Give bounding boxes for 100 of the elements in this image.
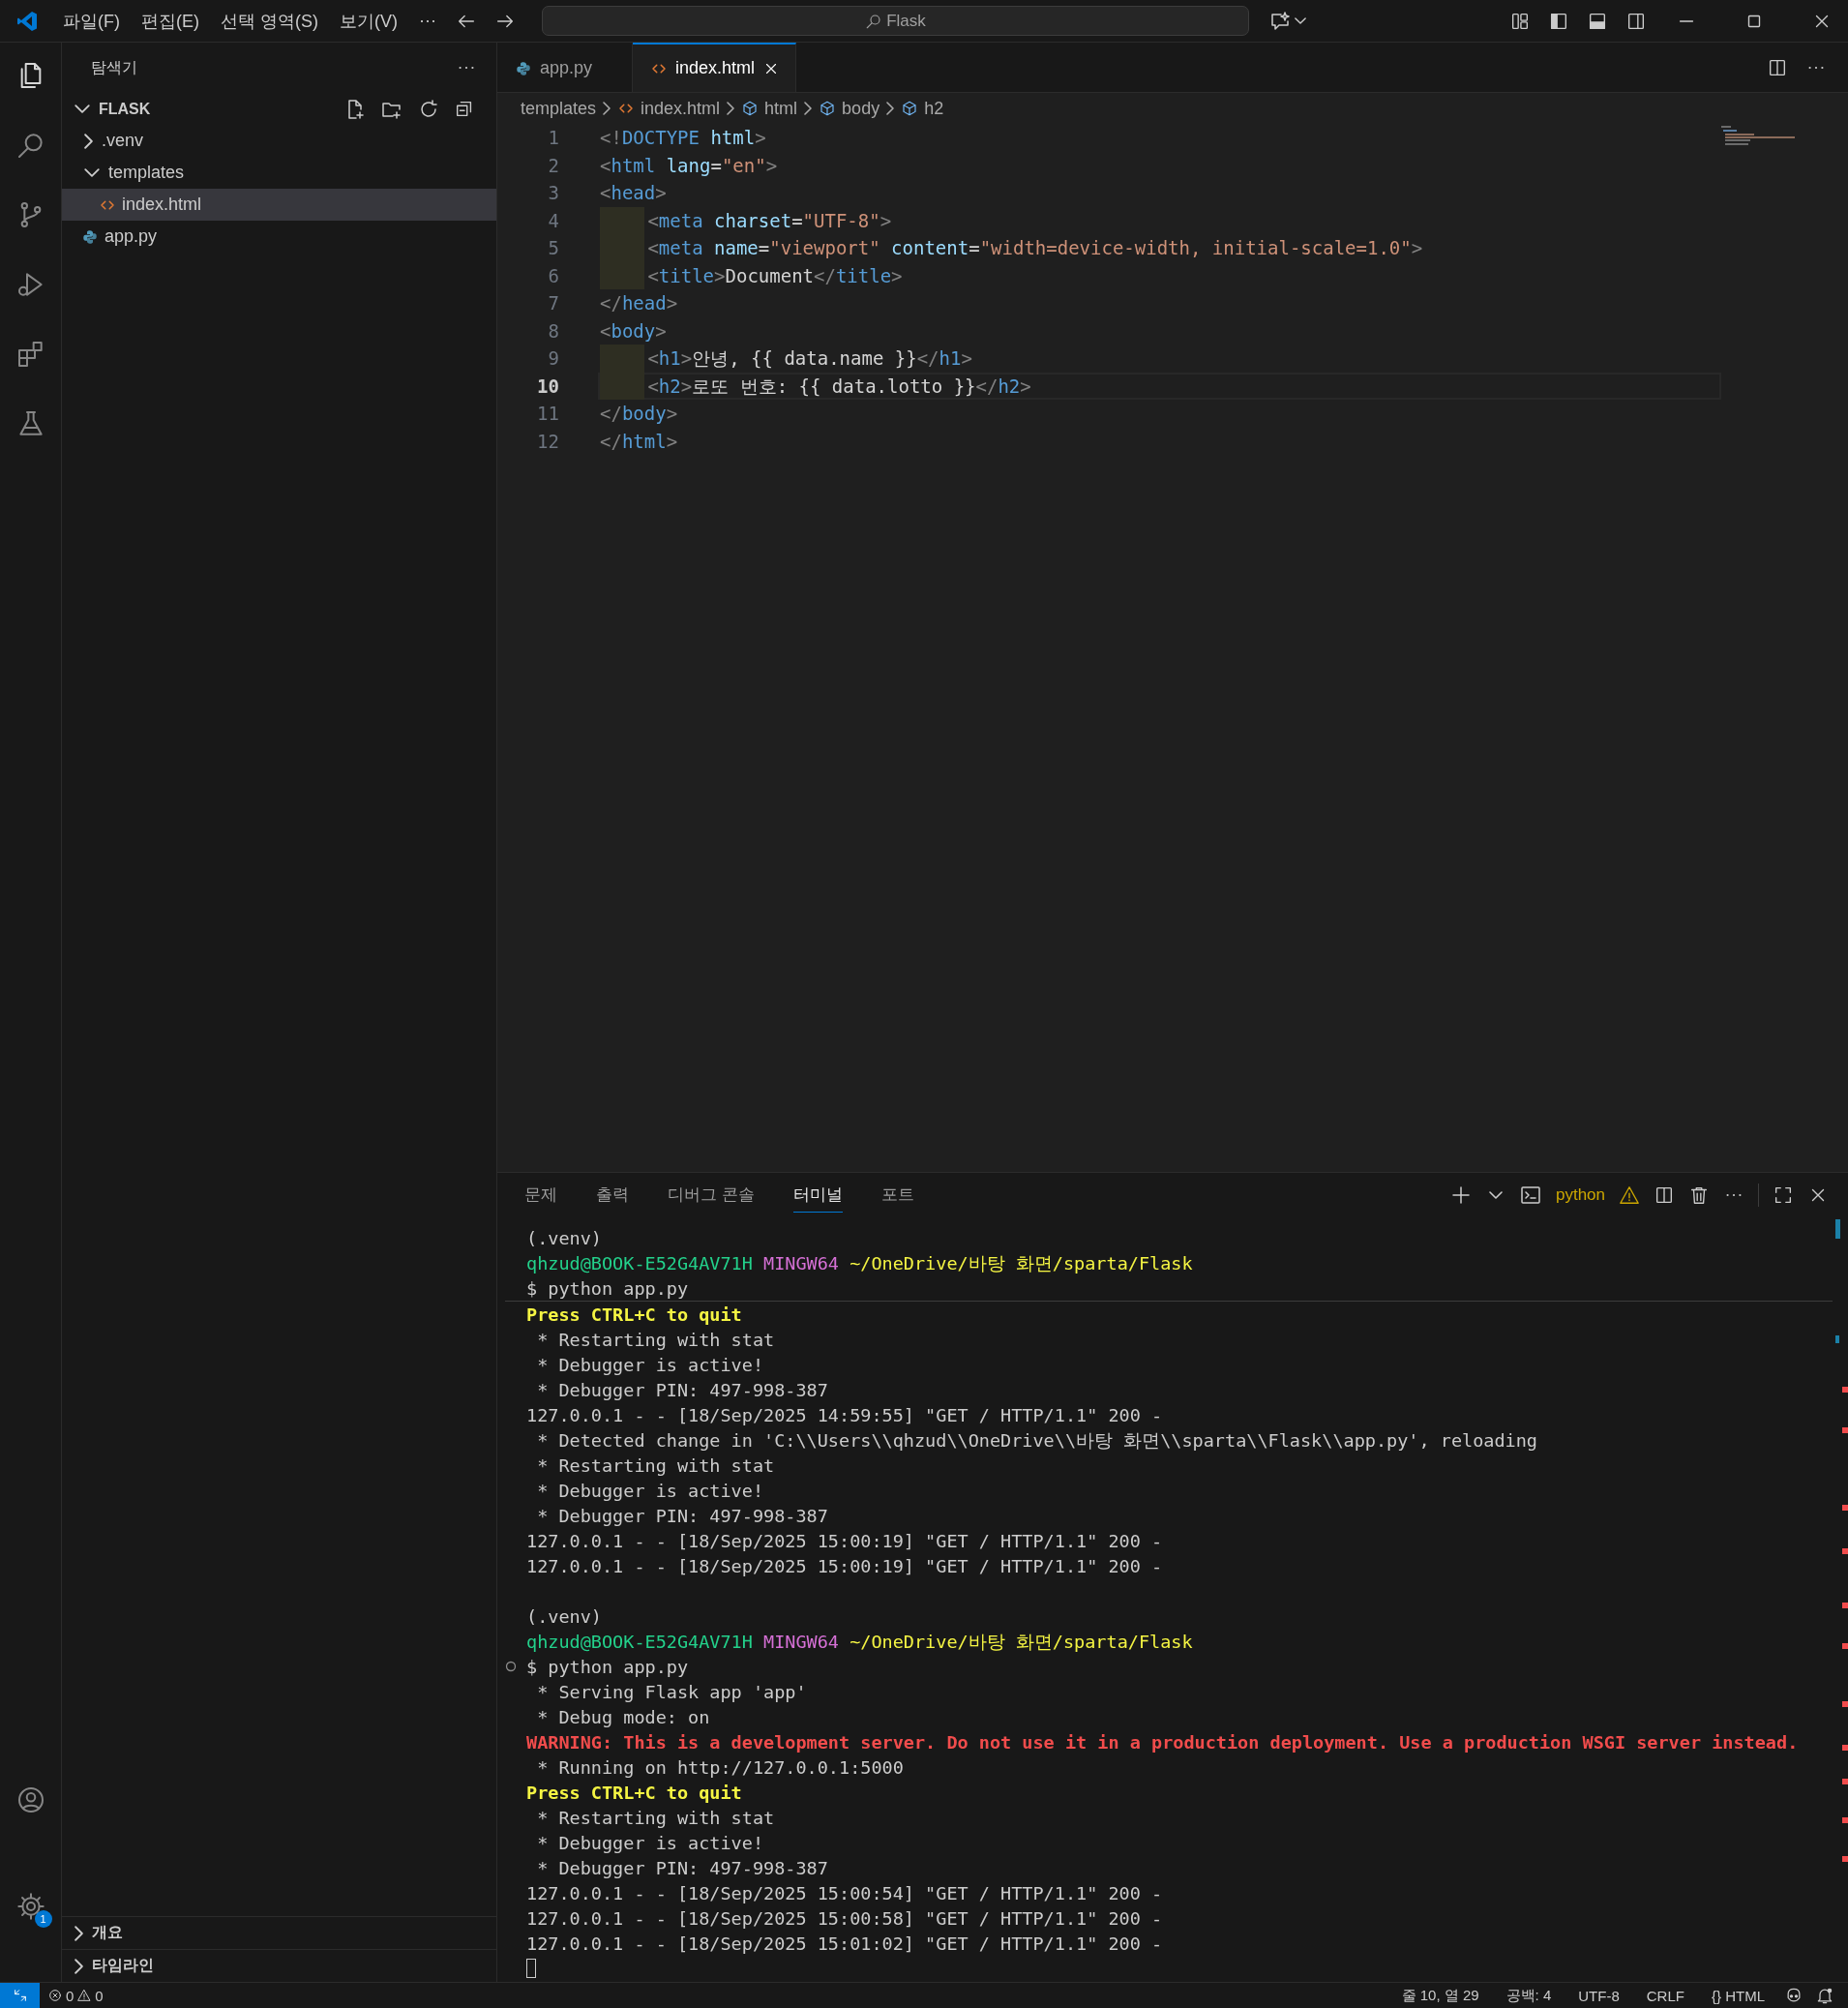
terminal-line: WARNING: This is a development server. Do not use it in a production deployment. Use a production WSGI server instead. bbox=[526, 1731, 1799, 1753]
cursor-position[interactable]: 줄 10, 열 29 bbox=[1393, 1986, 1487, 2005]
code-line: <meta charset="UTF-8"> bbox=[600, 206, 892, 234]
terminal-icon[interactable] bbox=[1518, 1184, 1542, 1207]
line-number: 2 bbox=[547, 154, 559, 176]
cube-icon bbox=[901, 100, 919, 117]
code-line: <title>Document</title> bbox=[600, 261, 903, 289]
breadcrumb[interactable]: templates bbox=[521, 98, 597, 119]
terminal-line: $ python app.py bbox=[526, 1277, 689, 1299]
breadcrumb[interactable]: index.html bbox=[617, 98, 721, 119]
terminal-line: $ python app.py bbox=[526, 1656, 689, 1677]
terminal-line: 127.0.0.1 - - [18/Sep/2025 15:00:54] "GET / HTTP/1.1" 200 - bbox=[526, 1882, 1163, 1903]
breadcrumb[interactable]: h2 bbox=[901, 98, 944, 119]
panel-tab[interactable]: 포트 bbox=[880, 1178, 914, 1213]
cube-icon bbox=[819, 100, 837, 117]
tree-item[interactable]: app.py bbox=[62, 221, 496, 253]
remote-button[interactable] bbox=[0, 1982, 40, 2008]
chevron-down-icon[interactable] bbox=[1488, 1191, 1503, 1199]
breadcrumb[interactable]: body bbox=[819, 98, 880, 119]
terminal-line: * Debugger PIN: 497-998-387 bbox=[536, 1379, 828, 1400]
menu-item[interactable]: 선택 영역(S) bbox=[210, 5, 329, 37]
code-line: </html> bbox=[600, 429, 678, 454]
terminal-line: * Restarting with stat bbox=[536, 1807, 775, 1828]
code-line: <h1>안녕, {{ data.name }}</h1> bbox=[600, 345, 972, 373]
python-file-icon bbox=[81, 227, 99, 246]
line-number: 6 bbox=[547, 264, 559, 286]
notification-badge: 1 bbox=[34, 1910, 52, 1928]
trash-icon[interactable] bbox=[1688, 1184, 1710, 1206]
code-line: <html lang="en"> bbox=[600, 153, 778, 178]
tree-item[interactable]: index.html bbox=[62, 189, 496, 221]
terminal-line: (.venv) bbox=[526, 1605, 602, 1627]
terminal-line: * Debugger PIN: 497-998-387 bbox=[536, 1857, 828, 1878]
settings-icon[interactable] bbox=[15, 1891, 46, 1922]
panel-tab[interactable]: 터미널 bbox=[792, 1178, 843, 1213]
terminal-line: 127.0.0.1 - - [18/Sep/2025 15:01:02] "GET / HTTP/1.1" 200 - bbox=[526, 1933, 1163, 1954]
terminal-line: * Detected change in 'C:\\Users\\qhzud\\OneDrive\\바탕 화면\\sparta\\Flask\\app.py', reloading bbox=[536, 1428, 1537, 1453]
search-icon bbox=[865, 12, 883, 30]
terminal-line: 127.0.0.1 - - [18/Sep/2025 15:00:19] "GET / HTTP/1.1" 200 - bbox=[526, 1555, 1163, 1576]
notification-bell-icon[interactable] bbox=[1815, 1986, 1834, 2005]
line-number: 7 bbox=[547, 292, 559, 315]
breadcrumb[interactable]: html bbox=[741, 98, 798, 119]
terminal-profile[interactable]: python bbox=[1555, 1185, 1605, 1205]
code-line: <meta name="viewport" content="width=device-width, initial-scale=1.0"> bbox=[600, 234, 1423, 262]
menu-item[interactable]: 보기(V) bbox=[329, 5, 408, 37]
chevron-down-icon[interactable] bbox=[1294, 17, 1306, 24]
split-terminal-icon[interactable] bbox=[1654, 1184, 1675, 1206]
line-number: 8 bbox=[547, 319, 559, 342]
terminal-line: * Debugger is active! bbox=[536, 1832, 764, 1853]
line-ending-status[interactable]: CRLF bbox=[1638, 1987, 1692, 2004]
terminal-line: * Debugger is active! bbox=[536, 1480, 764, 1501]
panel-tab[interactable]: 출력 bbox=[596, 1178, 629, 1213]
chevron-right-icon bbox=[886, 102, 895, 115]
line-number: 11 bbox=[536, 403, 559, 425]
language-mode[interactable]: {} HTML bbox=[1703, 1987, 1773, 2004]
error-icon bbox=[47, 1988, 63, 2003]
terminal-line: 127.0.0.1 - - [18/Sep/2025 15:00:58] "GET / HTTP/1.1" 200 - bbox=[526, 1907, 1163, 1929]
chevron-right-icon bbox=[804, 102, 813, 115]
editor-tab[interactable]: index.html bbox=[633, 43, 797, 92]
line-number: 3 bbox=[547, 182, 559, 204]
sidebar-title: 탐색기 bbox=[91, 57, 138, 77]
folder-header[interactable]: FLASK bbox=[62, 93, 496, 125]
terminal-line: * Serving Flask app 'app' bbox=[536, 1681, 807, 1702]
terminal-line: qhzud@BOOK-E52G4AV71H MINGW64 ~/OneDrive/바탕 화면/sparta/Flask bbox=[526, 1630, 1193, 1654]
chevron-right-icon bbox=[727, 102, 735, 115]
maximize-panel-icon[interactable] bbox=[1773, 1184, 1794, 1206]
menu-item[interactable]: ··· bbox=[408, 7, 447, 35]
command-marker-icon[interactable] bbox=[505, 1661, 517, 1672]
code-line: </head> bbox=[600, 291, 678, 315]
python-file-icon bbox=[515, 59, 532, 77]
terminal-line: * Debugger PIN: 497-998-387 bbox=[536, 1505, 828, 1526]
menu-item[interactable]: 편집(E) bbox=[131, 5, 210, 37]
terminal-line: * Restarting with stat bbox=[536, 1454, 775, 1476]
line-number: 4 bbox=[547, 209, 559, 231]
menu-item[interactable]: 파일(F) bbox=[52, 5, 131, 37]
code-line: </body> bbox=[600, 402, 678, 426]
encoding-status[interactable]: UTF-8 bbox=[1570, 1987, 1627, 2004]
code-line: <!DOCTYPE html> bbox=[600, 126, 766, 150]
warning-icon bbox=[1619, 1184, 1640, 1206]
line-number: 9 bbox=[547, 347, 559, 370]
panel-tab[interactable]: 문제 bbox=[524, 1178, 557, 1213]
command-center[interactable]: Flask bbox=[541, 6, 1249, 36]
terminal-line: * Running on http://127.0.0.1:5000 bbox=[536, 1756, 904, 1778]
code-line: <head> bbox=[600, 181, 667, 205]
app-logo-icon bbox=[15, 9, 39, 33]
line-number: 5 bbox=[547, 237, 559, 259]
section-header[interactable]: 개요 bbox=[62, 1916, 496, 1949]
problems-indicator[interactable]: 0 0 bbox=[40, 1987, 111, 2004]
terminal-line: qhzud@BOOK-E52G4AV71H MINGW64 ~/OneDrive/바탕 화면/sparta/Flask bbox=[526, 1251, 1193, 1275]
terminal-line: (.venv) bbox=[526, 1227, 602, 1248]
tree-item[interactable]: .venv bbox=[62, 125, 496, 157]
panel-tab[interactable]: 디버그 콘솔 bbox=[668, 1178, 755, 1213]
code-line: <body> bbox=[600, 318, 667, 344]
remote-icon bbox=[12, 1988, 28, 2003]
code-line: <h2>로또 번호: {{ data.lotto }}</h2> bbox=[600, 372, 1031, 400]
chevron-right-icon bbox=[603, 102, 611, 115]
tree-item[interactable]: templates bbox=[62, 157, 496, 189]
cube-icon bbox=[741, 100, 760, 117]
terminal-line: Press CTRL+C to quit bbox=[526, 1782, 742, 1803]
terminal-line: 127.0.0.1 - - [18/Sep/2025 15:00:19] "GET / HTTP/1.1" 200 - bbox=[526, 1530, 1163, 1551]
indentation-status[interactable]: 공백: 4 bbox=[1498, 1986, 1560, 2005]
